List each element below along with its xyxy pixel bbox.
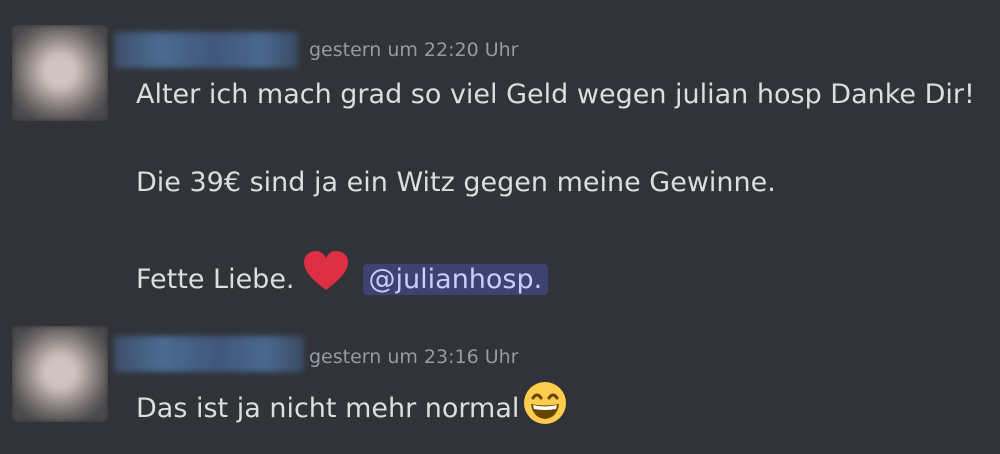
message-text-line-with-mention: Fette Liebe. @julianhosp. (136, 250, 549, 301)
avatar[interactable] (12, 326, 108, 422)
username-blurred[interactable] (114, 336, 304, 372)
heart-icon (303, 250, 349, 301)
message-timestamp[interactable]: gestern um 23:16 Uhr (309, 345, 519, 369)
message-timestamp[interactable]: gestern um 22:20 Uhr (309, 38, 519, 62)
message-text: Das ist ja nicht mehr normal (136, 393, 520, 424)
message-text-line: Alter ich mach grad so viel Geld wegen j… (136, 79, 975, 110)
message-text: Fette Liebe. (136, 264, 295, 295)
username-blurred[interactable] (114, 32, 298, 68)
user-mention[interactable]: @julianhosp. (362, 264, 549, 295)
grinning-smile-icon (523, 381, 567, 434)
avatar[interactable] (12, 25, 108, 121)
message-text-line: Die 39€ sind ja ein Witz gegen meine Gew… (136, 167, 776, 198)
message-text-line: Das ist ja nicht mehr normal (136, 381, 567, 434)
chat-view: gestern um 22:20 Uhr Alter ich mach grad… (0, 0, 1000, 454)
